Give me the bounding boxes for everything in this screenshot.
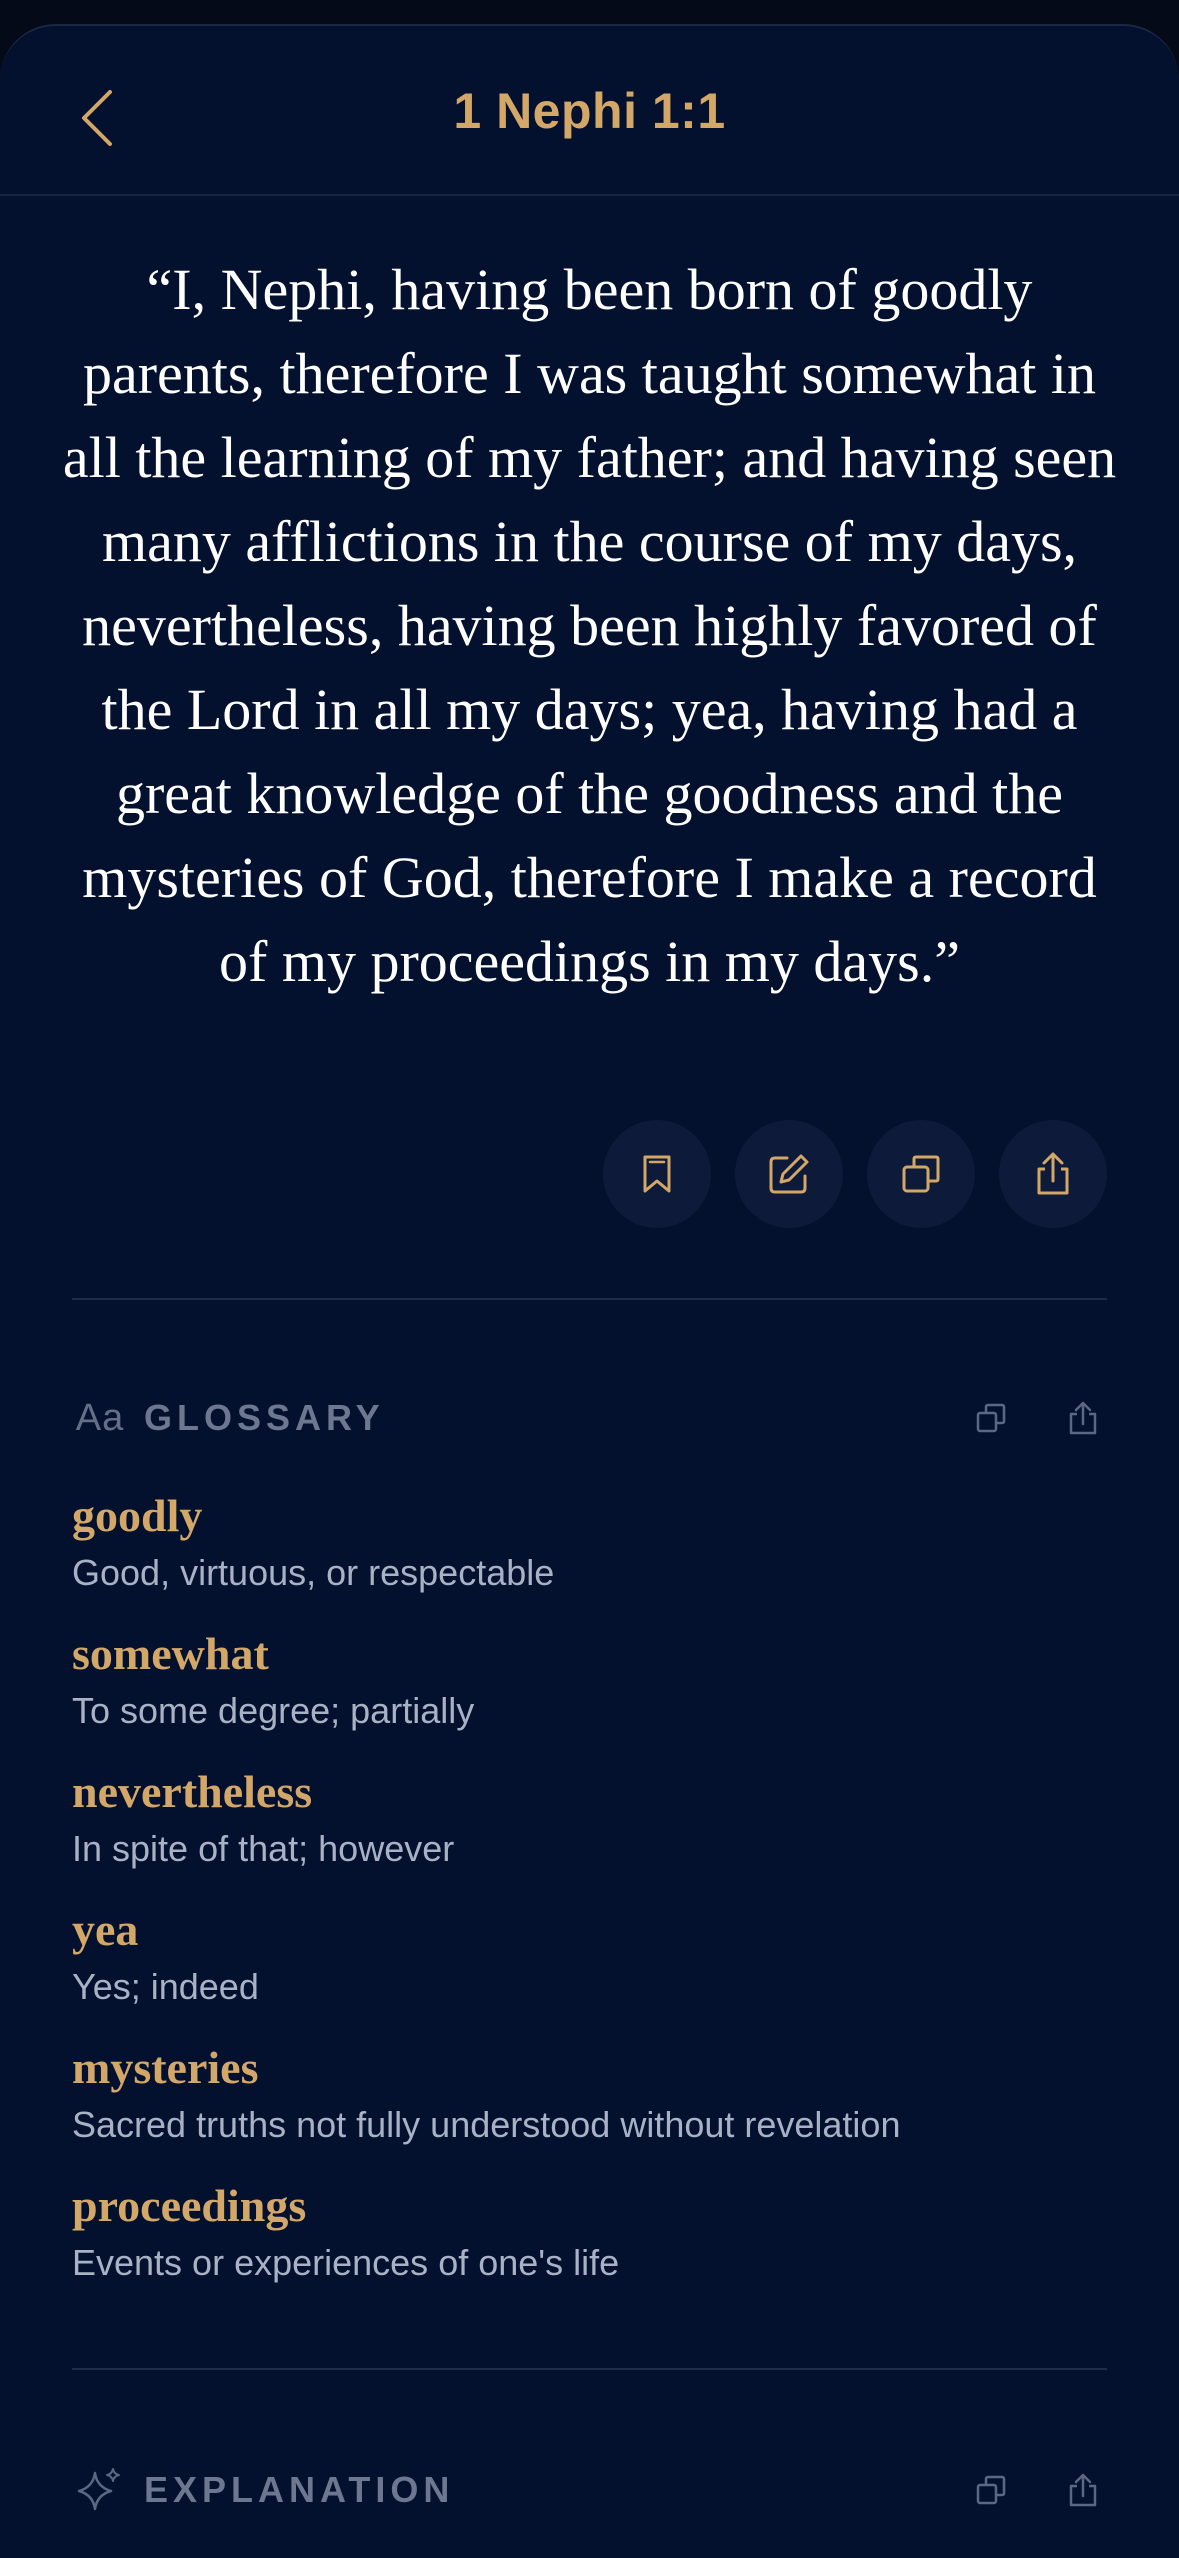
- copy-button[interactable]: [867, 1120, 975, 1228]
- explanation-tools: [967, 2466, 1107, 2514]
- edit-note-icon: [769, 1154, 809, 1194]
- glossary-header: Aa GLOSSARY: [72, 1388, 1107, 1448]
- copy-icon: [902, 1155, 940, 1193]
- glossary-item: nevertheless In spite of that; however: [72, 1764, 1107, 1902]
- page-title: 1 Nephi 1:1: [453, 83, 726, 139]
- glossary-item: proceedings Events or experiences of one…: [72, 2178, 1107, 2316]
- divider: [72, 1298, 1107, 1300]
- copy-icon: [976, 1403, 1006, 1433]
- glossary-item: somewhat To some degree; partially: [72, 1626, 1107, 1764]
- sparkles-icon: [72, 2462, 128, 2518]
- copy-explanation-button[interactable]: [967, 2466, 1015, 2514]
- add-note-button[interactable]: [735, 1120, 843, 1228]
- explanation-title: EXPLANATION: [144, 2469, 455, 2510]
- glossary-definition: Sacred truths not fully understood witho…: [72, 2104, 901, 2145]
- glossary-term: yea: [72, 1904, 139, 1955]
- glossary-title: GLOSSARY: [144, 1397, 385, 1438]
- glossary-definition: Good, virtuous, or respectable: [72, 1552, 555, 1593]
- glossary-item: goodly Good, virtuous, or respectable: [72, 1488, 1107, 1626]
- share-icon: [1037, 1152, 1069, 1195]
- verse-detail-sheet: 1 Nephi 1:1 “I, Nephi, having been born …: [0, 24, 1179, 2558]
- share-glossary-button[interactable]: [1059, 1394, 1107, 1442]
- glossary-term: somewhat: [72, 1628, 269, 1679]
- verse-actions: [603, 1120, 1107, 1228]
- share-icon: [1069, 1401, 1097, 1435]
- glossary-term: nevertheless: [72, 1766, 313, 1817]
- copy-icon: [976, 2475, 1006, 2505]
- glossary-definition: In spite of that; however: [72, 1828, 455, 1869]
- verse-text: “I, Nephi, having been born of goodly pa…: [62, 257, 1117, 994]
- glossary-term: mysteries: [72, 2042, 259, 2093]
- glossary-list: goodly Good, virtuous, or respectable so…: [72, 1488, 1107, 2316]
- explanation-header: EXPLANATION: [72, 2460, 1107, 2520]
- share-button[interactable]: [999, 1120, 1107, 1228]
- text-size-icon: Aa: [75, 1396, 125, 1439]
- glossary-term: goodly: [72, 1490, 203, 1541]
- glossary-definition: Yes; indeed: [72, 1966, 259, 2007]
- bookmark-button[interactable]: [603, 1120, 711, 1228]
- glossary-item: mysteries Sacred truths not fully unders…: [72, 2040, 1107, 2178]
- glossary-tools: [967, 1394, 1107, 1442]
- share-explanation-button[interactable]: [1059, 2466, 1107, 2514]
- divider: [72, 2368, 1107, 2370]
- glossary-definition: Events or experiences of one's life: [72, 2242, 620, 2283]
- copy-glossary-button[interactable]: [967, 1394, 1015, 1442]
- share-icon: [1069, 2473, 1097, 2507]
- glossary-item: yea Yes; indeed: [72, 1902, 1107, 2040]
- glossary-definition: To some degree; partially: [72, 1690, 475, 1731]
- header: 1 Nephi 1:1: [0, 26, 1179, 196]
- glossary-term: proceedings: [72, 2180, 307, 2231]
- bookmark-icon: [643, 1155, 671, 1193]
